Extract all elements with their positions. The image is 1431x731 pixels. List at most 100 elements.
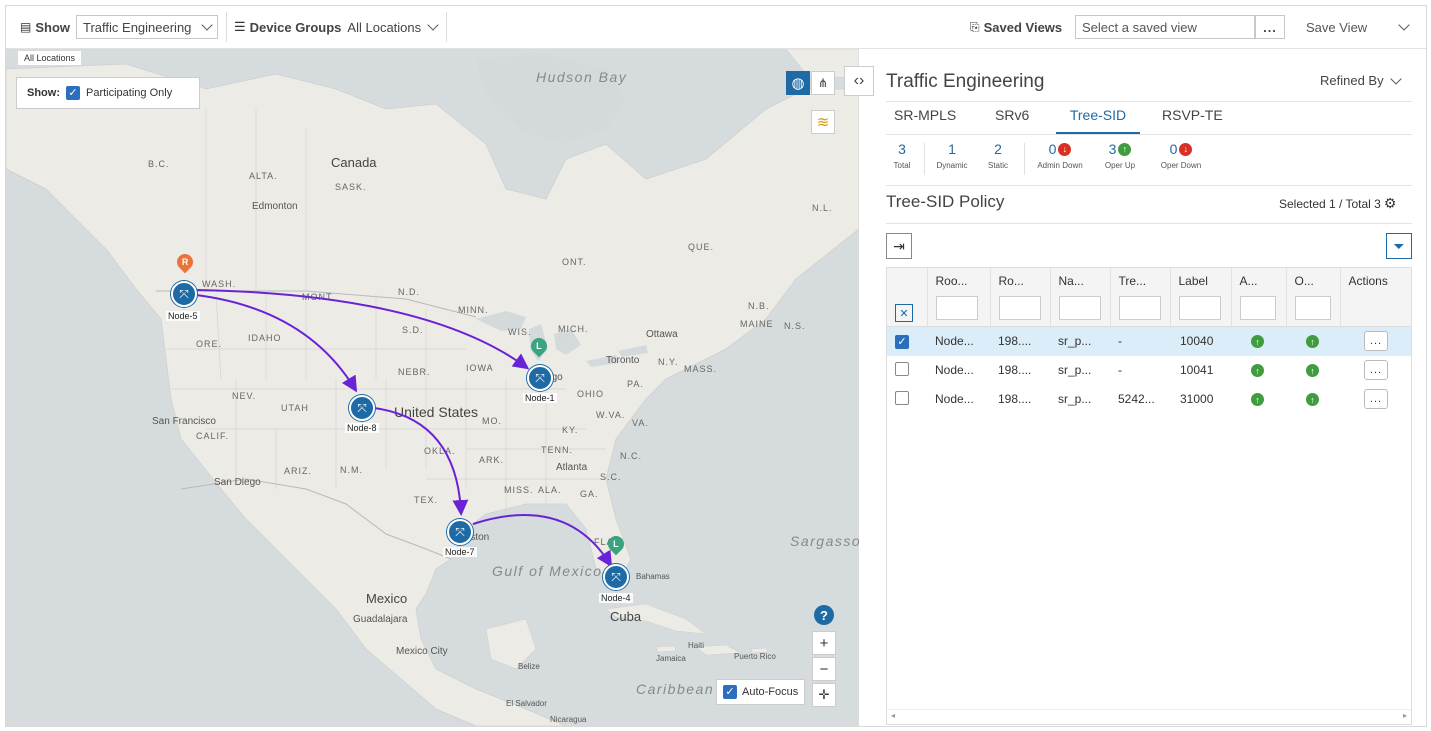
column-header-oper[interactable]: O... (1286, 268, 1341, 327)
column-filter-input[interactable] (1058, 296, 1101, 320)
divider (226, 12, 227, 42)
selection-summary: Selected 1 / Total 3 ⚙ (1279, 195, 1396, 212)
stat-admin-down[interactable]: 0 ↓ Admin Down (1029, 139, 1091, 170)
node-label: Node-8 (345, 423, 379, 433)
row-actions-button[interactable]: ... (1364, 389, 1388, 409)
saved-view-select[interactable]: Select a saved view (1075, 15, 1255, 39)
panel-title: Traffic Engineering (886, 71, 1045, 92)
down-arrow-icon: ↓ (1179, 142, 1193, 156)
topology-icon[interactable]: ⋔ (811, 71, 835, 95)
summary-stats: 3 Total 1 Dynamic 2 Static 0 ↓ Admin Down… (886, 139, 1412, 186)
cell-tree: 5242... (1118, 392, 1155, 406)
column-filter-input[interactable] (1294, 296, 1331, 320)
layers-icon[interactable]: ≋ (811, 110, 835, 134)
row-checkbox[interactable] (895, 361, 909, 376)
saved-views-icon: ⎘ (970, 19, 980, 34)
show-select[interactable]: Traffic Engineering (76, 15, 219, 39)
stat-oper-up[interactable]: 3 ↑ Oper Up (1098, 139, 1142, 170)
tab-srv6[interactable]: SRv6 (995, 102, 1029, 132)
refined-by-label: Refined By (1320, 73, 1384, 88)
zoom-out-button[interactable]: − (812, 657, 836, 681)
stat-oper-down[interactable]: 0 ↓ Oper Down (1154, 139, 1208, 170)
cell-ro: 198.... (998, 392, 1032, 406)
table-row[interactable]: Node... 198.... sr_p... 5242... 31000 ↑ … (887, 385, 1411, 414)
list-icon: ▤ (20, 20, 32, 34)
router-node-icon[interactable]: ⤧ (527, 365, 553, 391)
column-filter-input[interactable] (1239, 296, 1276, 320)
column-header-tree[interactable]: Tre... (1110, 268, 1171, 327)
column-filter-input[interactable] (1118, 296, 1161, 320)
tab-sr-mpls[interactable]: SR-MPLS (894, 102, 956, 132)
oper-up-icon: ↑ (1306, 335, 1319, 349)
cell-root: Node... (935, 363, 974, 377)
row-actions-button[interactable]: ... (1364, 331, 1388, 351)
column-header-ro[interactable]: Ro... (990, 268, 1051, 327)
table-row[interactable]: ✓ Node... 198.... sr_p... - 10040 ↑ ↑ ..… (887, 326, 1411, 356)
stat-static[interactable]: 2 Static (982, 139, 1014, 170)
table-header-row: ✕ Roo... Ro... Na... Tre... Label A... O… (887, 268, 1411, 327)
column-header-label[interactable]: Label (1170, 268, 1232, 327)
show-control: ▤ Show Traffic Engineering (20, 6, 219, 48)
saved-view-more-button[interactable]: ... (1255, 15, 1285, 39)
cell-root: Node... (927, 326, 990, 356)
router-node-icon[interactable]: ⤧ (603, 564, 629, 590)
router-node-icon[interactable]: ⤧ (171, 281, 197, 307)
cell-name: sr_p... (1058, 363, 1092, 377)
recenter-icon[interactable]: ✛ (812, 683, 836, 707)
router-node-icon[interactable]: ⤧ (349, 395, 375, 421)
row-actions-button[interactable]: ... (1364, 360, 1388, 380)
chevron-down-icon (1398, 19, 1410, 31)
chevron-down-icon (201, 19, 213, 31)
oper-up-icon: ↑ (1306, 364, 1319, 378)
auto-focus-toggle[interactable]: ✓ Auto-Focus (716, 679, 806, 705)
help-icon[interactable]: ? (814, 605, 834, 625)
tab-tree-sid[interactable]: Tree-SID (1056, 102, 1140, 134)
scroll-right-icon[interactable]: ▸ (1403, 711, 1407, 720)
refined-by-dropdown[interactable]: Refined By (1320, 72, 1402, 88)
gear-icon[interactable]: ⚙ (1384, 195, 1397, 212)
stat-dynamic[interactable]: 1 Dynamic (930, 139, 974, 170)
table-row[interactable]: Node... 198.... sr_p... - 10041 ↑ ↑ ... (887, 356, 1411, 385)
device-groups-control[interactable]: ☰ Device Groups All Locations (234, 6, 439, 48)
show-label: Show (35, 19, 71, 35)
column-header-root[interactable]: Roo... (927, 268, 991, 327)
collapse-toolbar-button[interactable] (1392, 6, 1410, 48)
export-icon[interactable]: ⇥ (886, 233, 912, 259)
cell-ro: 198.... (990, 326, 1050, 356)
saved-view-placeholder: Select a saved view (1082, 19, 1197, 35)
auto-focus-checkbox[interactable]: ✓ (723, 685, 737, 699)
scroll-left-icon[interactable]: ◂ (891, 711, 895, 720)
tab-rsvp-te[interactable]: RSVP-TE (1162, 102, 1223, 132)
router-node-icon[interactable]: ⤧ (447, 519, 473, 545)
column-filter-input[interactable] (935, 296, 978, 320)
globe-icon[interactable]: ◍ (786, 71, 810, 95)
policy-section-title: Tree-SID Policy (886, 192, 1005, 211)
admin-up-icon: ↑ (1251, 393, 1264, 407)
cell-tree: - (1118, 363, 1122, 377)
map-view[interactable]: Hudson Bay Canada United States Mexico G… (6, 49, 859, 726)
filter-lines-icon: ☰ (234, 19, 246, 34)
column-header-name[interactable]: Na... (1050, 268, 1111, 327)
horizontal-scrollbar[interactable]: ◂ ▸ (887, 709, 1411, 724)
row-checkbox[interactable] (895, 390, 909, 405)
cell-root: Node... (935, 392, 974, 406)
participating-only-checkbox[interactable]: ✓ (66, 86, 80, 100)
zoom-in-button[interactable]: + (812, 631, 836, 655)
column-filter-input[interactable] (1178, 296, 1221, 320)
stat-total[interactable]: 3 Total (886, 139, 918, 170)
panel-toggle-icon[interactable]: ‹› (844, 66, 874, 96)
path-node5-node1 (195, 289, 530, 370)
column-header-admin[interactable]: A... (1231, 268, 1287, 327)
policy-tabs: SR-MPLS SRv6 Tree-SID RSVP-TE (886, 101, 1412, 135)
top-toolbar: ▤ Show Traffic Engineering ☰ Device Grou… (6, 6, 1426, 49)
save-view-button[interactable]: Save View (1306, 6, 1367, 48)
path-node7-node4 (472, 514, 613, 568)
path-node5-node8 (195, 294, 358, 393)
filter-icon[interactable]: ⏷ (1386, 233, 1412, 259)
breadcrumb-all-locations[interactable]: All Locations (18, 51, 82, 65)
divider (886, 223, 1412, 224)
down-arrow-icon: ↓ (1058, 142, 1072, 156)
deselect-all-icon[interactable]: ✕ (895, 304, 913, 322)
column-filter-input[interactable] (998, 296, 1041, 320)
row-checkbox[interactable]: ✓ (895, 334, 909, 349)
